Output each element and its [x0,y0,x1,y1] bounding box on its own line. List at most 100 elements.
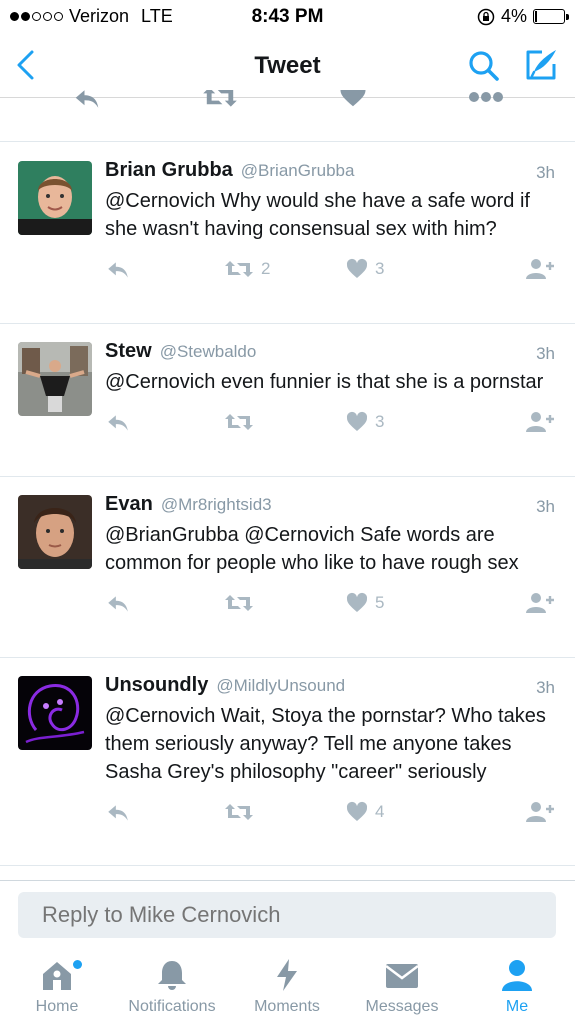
retweet-button[interactable] [223,591,261,615]
compose-icon [526,50,556,80]
reply-list: 3h Brian Grubba @BrianGrubba @Cernovich … [0,143,575,866]
author-handle[interactable]: @Mr8rightsid3 [161,495,272,515]
like-button[interactable]: 4 [345,800,384,824]
battery-percent: 4% [500,6,527,26]
reply-tweet[interactable]: 3h Unsoundly @MildlyUnsound @Cernovich W… [0,658,575,866]
status-bar: Verizon LTE 8:43 PM 4% [0,0,575,34]
person-icon [502,960,532,991]
tab-bar: Home Notifications Moments Messages Me [0,950,575,1024]
like-count: 4 [375,802,385,821]
tab-messages[interactable]: Messages [342,958,462,1016]
retweet-button[interactable] [223,800,261,824]
author-name[interactable]: Evan [105,493,153,516]
retweet-button[interactable]: 2 [223,257,270,281]
tab-label: Messages [365,998,439,1015]
author-name[interactable]: Stew [105,340,152,363]
like-count: 3 [375,412,385,431]
tab-label: Me [505,998,529,1015]
reply-tweet[interactable]: 3h Brian Grubba @BrianGrubba @Cernovich … [0,143,575,324]
bell-icon [158,961,186,990]
avatar[interactable] [18,161,92,235]
follow-button[interactable] [525,410,555,434]
follow-button[interactable] [525,800,555,824]
author-handle[interactable]: @BrianGrubba [241,161,355,181]
search-icon [469,51,499,81]
add-user-icon [526,259,554,279]
like-button[interactable]: 3 [345,257,384,281]
tweet-text: @BrianGrubba @Cernovich Safe words are c… [105,524,519,574]
tab-moments[interactable]: Moments [227,958,347,1016]
tab-notifications[interactable]: Notifications [112,958,232,1016]
tweet-actions: 4 [105,800,555,844]
heart-icon [340,90,366,107]
home-notification-dot [73,960,82,969]
heart-icon [346,592,368,612]
tab-me[interactable]: Me [457,958,575,1016]
tweet-time: 3h [536,497,555,516]
avatar[interactable] [18,342,92,416]
reply-input[interactable] [18,892,556,938]
nav-bar: Tweet [0,34,575,98]
avatar[interactable] [18,495,92,569]
reply-button[interactable] [105,410,131,436]
retweet-icon [225,804,253,820]
more-icon [469,92,503,102]
reply-icon [108,262,128,278]
battery-icon [533,9,569,24]
like-button[interactable]: 3 [345,410,384,434]
follow-button[interactable] [525,591,555,615]
heart-icon [346,258,368,278]
tweet-time: 3h [536,678,555,697]
retweet-icon [225,261,253,277]
reply-icon [108,596,128,612]
tweet-time: 3h [536,344,555,363]
reply-button[interactable] [105,591,131,617]
main-retweet-button[interactable] [202,90,238,112]
tab-label: Moments [254,998,320,1015]
tweet-text: @Cernovich Why would she have a safe wor… [105,190,530,240]
search-button[interactable] [466,48,502,84]
tweet-text: @Cernovich even funnier is that she is a… [105,371,544,393]
reply-tweet[interactable]: 3h Evan @Mr8rightsid3 @BrianGrubba @Cern… [0,477,575,658]
reply-icon [108,805,128,821]
add-user-icon [526,412,554,432]
reply-bar [0,880,575,950]
like-button[interactable]: 5 [345,591,384,615]
like-count: 3 [375,259,385,278]
retweet-button[interactable] [223,410,261,434]
reply-tweet[interactable]: 3h Stew @Stewbaldo @Cernovich even funni… [0,324,575,477]
main-tweet-actions [0,90,575,142]
home-icon [43,962,71,990]
add-user-icon [526,593,554,613]
heart-icon [346,801,368,821]
tweet-actions: 3 [105,410,555,454]
compose-button[interactable] [522,46,560,84]
add-user-icon [526,802,554,822]
main-reply-button[interactable] [72,90,102,114]
author-name[interactable]: Brian Grubba [105,159,233,182]
reply-button[interactable] [105,800,131,826]
main-more-button[interactable] [468,90,504,104]
author-handle[interactable]: @Stewbaldo [160,342,257,362]
reply-icon [75,90,99,108]
status-right: 4% [477,6,569,27]
main-like-button[interactable] [338,90,368,110]
follow-button[interactable] [525,257,555,281]
retweet-icon [225,595,253,611]
tweet-actions: 5 [105,591,555,635]
tweet-text: @Cernovich Wait, Stoya the pornstar? Who… [105,705,546,783]
tweet-actions: 2 3 [105,257,555,301]
envelope-icon [385,964,419,988]
retweet-count: 2 [261,259,271,278]
rotation-lock-icon [477,8,495,25]
author-name[interactable]: Unsoundly [105,674,208,697]
retweet-icon [203,90,237,107]
avatar[interactable] [18,676,92,750]
heart-icon [346,411,368,431]
author-handle[interactable]: @MildlyUnsound [216,676,345,696]
tweet-time: 3h [536,163,555,182]
retweet-icon [225,414,253,430]
reply-button[interactable] [105,257,131,283]
tab-label: Home [35,998,79,1015]
tab-home[interactable]: Home [0,958,117,1016]
